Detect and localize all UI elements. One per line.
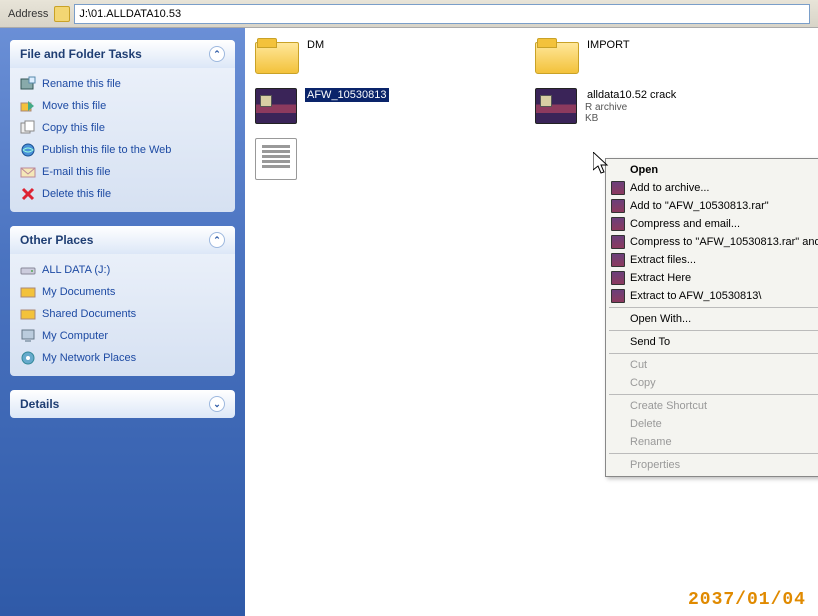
panel-header-details[interactable]: Details ⌄ [10, 390, 235, 418]
rename-icon [20, 76, 36, 92]
file-label: alldata10.52 crack [585, 88, 678, 102]
folder-icon [255, 38, 297, 74]
file-item-afw[interactable]: AFW_10530813 [255, 88, 505, 124]
menu-cut[interactable]: Cut [608, 356, 818, 374]
archive-icon [611, 181, 625, 195]
panel-file-tasks: File and Folder Tasks ⌃ Rename this file… [10, 40, 235, 212]
archive-icon [611, 217, 625, 231]
menu-add-archive[interactable]: Add to archive... [608, 179, 818, 197]
delete-icon [20, 186, 36, 202]
network-icon [20, 350, 36, 366]
menu-send-to[interactable]: Send To▶ [608, 333, 818, 351]
task-rename[interactable]: Rename this file [20, 76, 225, 92]
sidebar: File and Folder Tasks ⌃ Rename this file… [0, 28, 245, 616]
copy-icon [20, 120, 36, 136]
menu-rename[interactable]: Rename [608, 433, 818, 451]
file-size: KB [585, 113, 678, 124]
place-network[interactable]: My Network Places [20, 350, 225, 366]
task-move[interactable]: Move this file [20, 98, 225, 114]
menu-separator [609, 394, 818, 395]
chevron-up-icon: ⌃ [209, 46, 225, 62]
drive-icon [20, 262, 36, 278]
folder-icon [54, 6, 70, 22]
archive-icon [611, 235, 625, 249]
chevron-up-icon: ⌃ [209, 232, 225, 248]
folder-icon [20, 306, 36, 322]
context-menu: Open Add to archive... Add to "AFW_10530… [605, 158, 818, 477]
menu-open[interactable]: Open [608, 161, 818, 179]
rar-archive-icon [255, 88, 297, 124]
menu-extract-files[interactable]: Extract files... [608, 251, 818, 269]
menu-copy[interactable]: Copy [608, 374, 818, 392]
globe-icon [20, 142, 36, 158]
menu-compress-to-email[interactable]: Compress to "AFW_10530813.rar" and email [608, 233, 818, 251]
file-item-crack[interactable]: alldata10.52 crack R archive KB [535, 88, 785, 124]
file-label: AFW_10530813 [305, 88, 389, 102]
panel-other-places: Other Places ⌃ ALL DATA (J:) My Document… [10, 226, 235, 376]
menu-compress-email[interactable]: Compress and email... [608, 215, 818, 233]
computer-icon [20, 328, 36, 344]
folder-icon [535, 38, 577, 74]
place-mydocs[interactable]: My Documents [20, 284, 225, 300]
rar-archive-icon [535, 88, 577, 124]
panel-details: Details ⌄ [10, 390, 235, 418]
file-item-txt[interactable] [255, 138, 505, 180]
task-delete[interactable]: Delete this file [20, 186, 225, 202]
place-drive[interactable]: ALL DATA (J:) [20, 262, 225, 278]
task-copy[interactable]: Copy this file [20, 120, 225, 136]
panel-title: Other Places [20, 233, 93, 247]
menu-extract-to[interactable]: Extract to AFW_10530813\ [608, 287, 818, 305]
menu-separator [609, 307, 818, 308]
file-label: IMPORT [585, 38, 632, 52]
email-icon [20, 164, 36, 180]
archive-icon [611, 199, 625, 213]
move-icon [20, 98, 36, 114]
menu-separator [609, 353, 818, 354]
menu-open-with[interactable]: Open With... [608, 310, 818, 328]
task-email[interactable]: E-mail this file [20, 164, 225, 180]
text-file-icon [255, 138, 297, 180]
file-pane[interactable]: DM IMPORT AFW_10530813 alldata10.52 [245, 28, 818, 616]
menu-extract-here[interactable]: Extract Here [608, 269, 818, 287]
panel-header-places[interactable]: Other Places ⌃ [10, 226, 235, 254]
place-shared[interactable]: Shared Documents [20, 306, 225, 322]
menu-add-to-named[interactable]: Add to "AFW_10530813.rar" [608, 197, 818, 215]
menu-delete[interactable]: Delete [608, 415, 818, 433]
menu-properties[interactable]: Properties [608, 456, 818, 474]
menu-create-shortcut[interactable]: Create Shortcut [608, 397, 818, 415]
menu-separator [609, 453, 818, 454]
panel-title: File and Folder Tasks [20, 47, 142, 61]
panel-title: Details [20, 397, 59, 411]
chevron-down-icon: ⌄ [209, 396, 225, 412]
file-type: R archive [585, 102, 678, 113]
folder-icon [20, 284, 36, 300]
place-mycomputer[interactable]: My Computer [20, 328, 225, 344]
archive-icon [611, 289, 625, 303]
panel-header-tasks[interactable]: File and Folder Tasks ⌃ [10, 40, 235, 68]
task-publish[interactable]: Publish this file to the Web [20, 142, 225, 158]
archive-icon [611, 253, 625, 267]
folder-item-dm[interactable]: DM [255, 38, 505, 74]
file-label: DM [305, 38, 326, 52]
address-input[interactable] [74, 4, 810, 24]
archive-icon [611, 271, 625, 285]
folder-item-import[interactable]: IMPORT [535, 38, 785, 74]
menu-separator [609, 330, 818, 331]
address-bar: Address [0, 0, 818, 28]
address-label: Address [8, 8, 48, 20]
